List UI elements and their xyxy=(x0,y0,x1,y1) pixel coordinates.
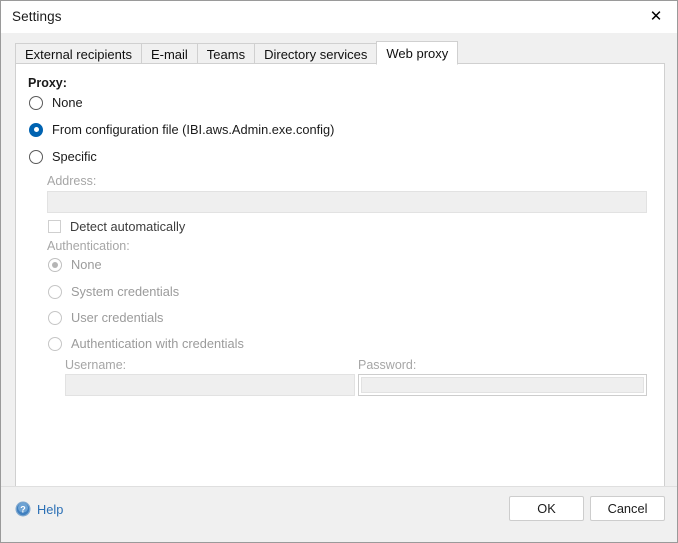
username-input[interactable] xyxy=(65,374,355,396)
address-input[interactable] xyxy=(47,191,647,213)
detect-automatically-label: Detect automatically xyxy=(70,219,185,234)
tab-directory-services[interactable]: Directory services xyxy=(254,43,377,64)
window-title: Settings xyxy=(12,9,62,24)
tab-web-proxy[interactable]: Web proxy xyxy=(376,41,458,65)
ok-button-label: OK xyxy=(537,501,556,516)
proxy-option-none[interactable]: None xyxy=(29,95,83,110)
help-label: Help xyxy=(37,502,63,517)
ok-button[interactable]: OK xyxy=(509,496,584,521)
proxy-option-label: From configuration file (IBI.aws.Admin.e… xyxy=(52,122,334,137)
radio-icon xyxy=(29,150,43,164)
proxy-option-from-configuration-file[interactable]: From configuration file (IBI.aws.Admin.e… xyxy=(29,122,334,137)
proxy-option-specific[interactable]: Specific xyxy=(29,149,97,164)
password-input[interactable] xyxy=(358,374,647,396)
svg-text:?: ? xyxy=(20,505,26,515)
tab-email[interactable]: E-mail xyxy=(141,43,198,64)
username-label: Username: xyxy=(65,358,126,372)
proxy-option-label: Specific xyxy=(52,149,97,164)
password-label: Password: xyxy=(358,358,416,372)
dialog-footer: ? Help OK Cancel xyxy=(1,486,678,542)
auth-option-none[interactable]: None xyxy=(48,257,102,272)
tab-label: External recipients xyxy=(25,47,132,62)
tab-label: Web proxy xyxy=(386,46,448,61)
auth-option-authentication-with-credentials[interactable]: Authentication with credentials xyxy=(48,336,244,351)
authentication-group-label: Authentication: xyxy=(47,239,130,253)
tab-external-recipients[interactable]: External recipients xyxy=(15,43,142,64)
close-icon: ✕ xyxy=(650,9,663,24)
address-label: Address: xyxy=(47,174,96,188)
auth-option-label: Authentication with credentials xyxy=(71,336,244,351)
web-proxy-panel: Proxy: None From configuration file (IBI… xyxy=(15,63,665,487)
auth-option-label: User credentials xyxy=(71,310,163,325)
tab-label: Directory services xyxy=(264,47,367,62)
tab-strip: External recipients E-mail Teams Directo… xyxy=(1,33,678,64)
tab-label: Teams xyxy=(207,47,245,62)
proxy-option-label: None xyxy=(52,95,83,110)
title-bar: Settings ✕ xyxy=(1,1,678,34)
radio-icon xyxy=(29,123,43,137)
help-circle-icon: ? xyxy=(15,501,31,517)
help-link[interactable]: ? Help xyxy=(15,501,63,517)
close-button[interactable]: ✕ xyxy=(633,1,678,32)
cancel-button[interactable]: Cancel xyxy=(590,496,665,521)
detect-automatically-checkbox-row[interactable]: Detect automatically xyxy=(48,219,185,234)
radio-icon xyxy=(48,311,62,325)
tab-label: E-mail xyxy=(151,47,188,62)
tab-teams[interactable]: Teams xyxy=(197,43,255,64)
settings-dialog: Settings ✕ External recipients E-mail Te… xyxy=(0,0,678,543)
proxy-group-label: Proxy: xyxy=(28,76,67,90)
radio-icon xyxy=(29,96,43,110)
auth-option-label: System credentials xyxy=(71,284,179,299)
auth-option-user-credentials[interactable]: User credentials xyxy=(48,310,163,325)
checkbox-icon xyxy=(48,220,61,233)
password-input-inner xyxy=(361,377,644,393)
radio-icon xyxy=(48,337,62,351)
cancel-button-label: Cancel xyxy=(608,501,648,516)
radio-icon xyxy=(48,258,62,272)
auth-option-label: None xyxy=(71,257,102,272)
auth-option-system-credentials[interactable]: System credentials xyxy=(48,284,179,299)
radio-icon xyxy=(48,285,62,299)
